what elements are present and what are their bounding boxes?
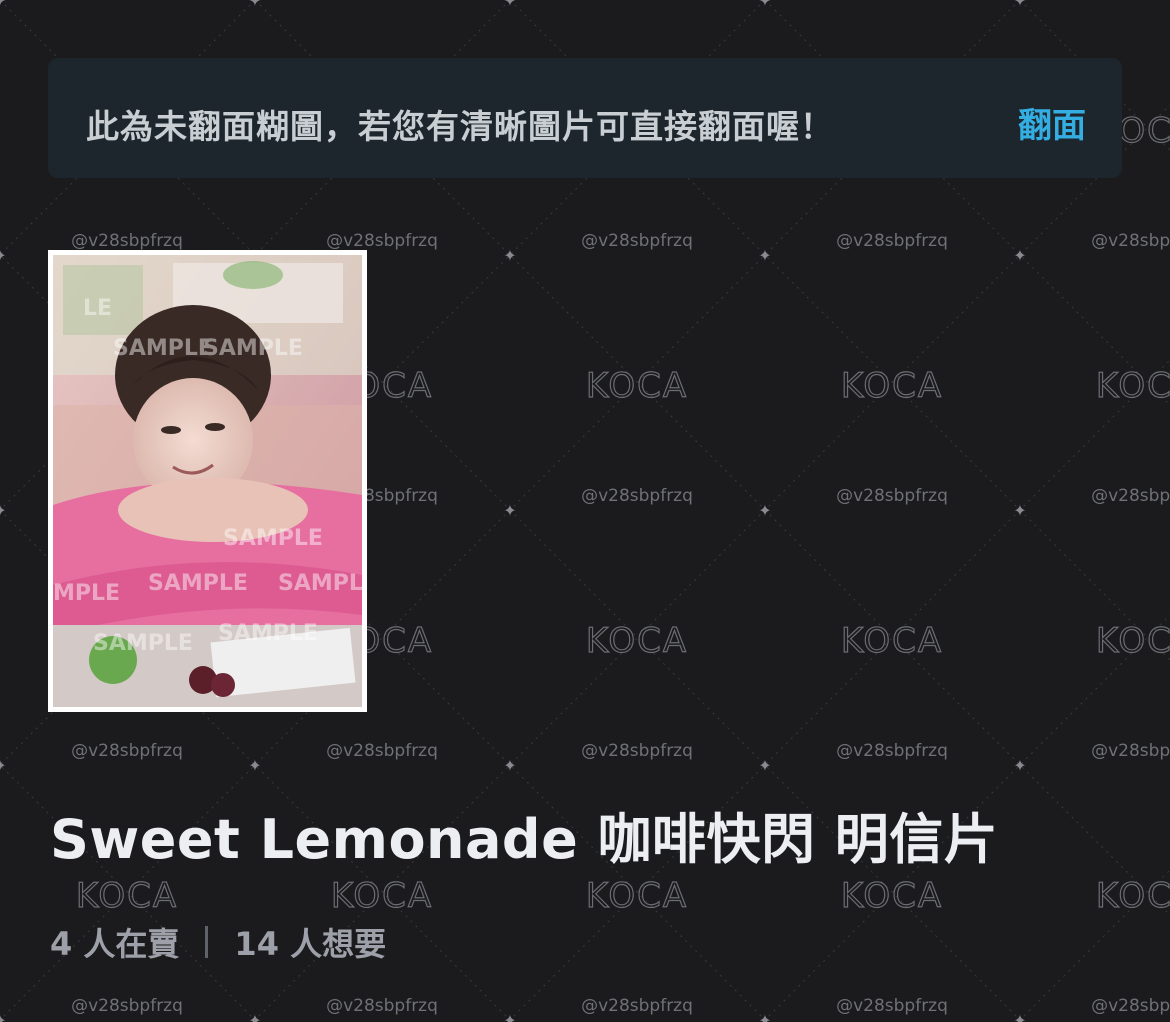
svg-text:SAMPL: SAMPL	[278, 571, 362, 596]
item-stats: 4 人在賣 14 人想要	[50, 920, 386, 964]
svg-text:SAMPLE: SAMPLE	[223, 526, 323, 551]
notice-message: 此為未翻面糊圖，若您有清晰圖片可直接翻面喔！	[86, 107, 834, 146]
item-title: Sweet Lemonade 咖啡快閃 明信片	[50, 808, 999, 871]
wanting-count[interactable]: 14 人想要	[234, 919, 386, 965]
svg-text:SAMPLE: SAMPLE	[113, 336, 213, 361]
photocard-image[interactable]: LE SAMPLE SAMPLE SAMPLE MPLE SAMPLE SAMP…	[48, 250, 367, 712]
selling-count[interactable]: 4 人在賣	[50, 919, 179, 965]
photocard-illustration: LE SAMPLE SAMPLE SAMPLE MPLE SAMPLE SAMP…	[53, 255, 362, 707]
svg-text:SAMPLE: SAMPLE	[93, 631, 193, 656]
svg-text:SAMPLE: SAMPLE	[218, 621, 318, 646]
svg-text:MPLE: MPLE	[53, 581, 120, 606]
svg-text:LE: LE	[83, 296, 112, 321]
svg-text:SAMPLE: SAMPLE	[203, 336, 303, 361]
flip-button[interactable]: 翻面	[1018, 98, 1086, 147]
stats-divider	[205, 926, 209, 958]
blurry-image-notice: 此為未翻面糊圖，若您有清晰圖片可直接翻面喔！ 翻面	[48, 58, 1122, 178]
svg-text:SAMPLE: SAMPLE	[148, 571, 248, 596]
